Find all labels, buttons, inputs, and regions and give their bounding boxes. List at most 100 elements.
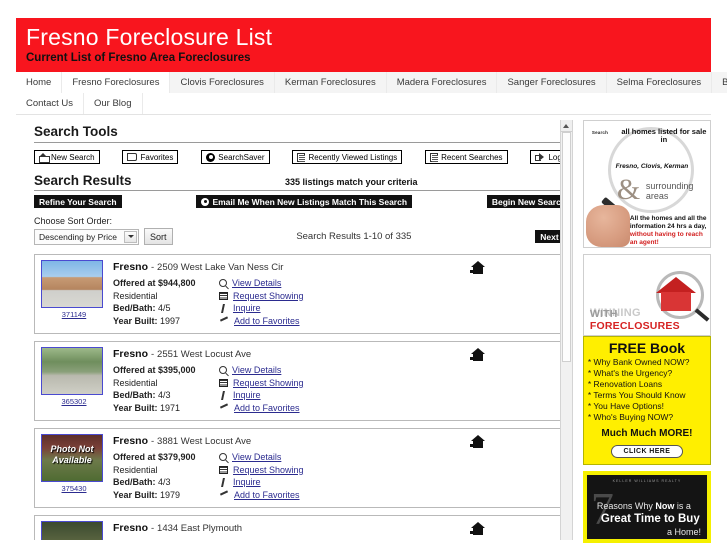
ad-free-book-block[interactable]: WINNING WITH FORECLOSURES FREE Book * Wh… [582,254,711,465]
searchsaver-button[interactable]: SearchSaver [201,150,270,164]
listing-thumbnail-wrap: 371149 [41,260,107,333]
ad-free-book[interactable]: FREE Book * Why Bank Owned NOW? * What's… [582,336,711,465]
nav-item-madera-foreclosures[interactable]: Madera Foreclosures [386,72,498,93]
new-search-button[interactable]: New Search [34,150,100,164]
listing-photo[interactable] [41,521,103,540]
view-details-link[interactable]: View Details [232,451,281,464]
free-book-bullet: * Renovation Loans [587,379,663,389]
sort-button[interactable]: Sort [144,228,173,245]
nav-item-kerman-foreclosures[interactable]: Kerman Foreclosures [274,72,387,93]
sort-order-value: Descending by Price [39,231,117,242]
listing-year-label: Year Built: [113,489,158,500]
nav-item-sanger-foreclosures[interactable]: Sanger Foreclosures [497,72,607,93]
listing-id-link[interactable]: 365302 [41,397,107,406]
listing-card[interactable]: 365302 Fresno - 2551 West Locust Ave Off… [34,341,571,421]
scrollbar-thumb[interactable] [561,132,571,362]
listing-dash: - [150,436,155,447]
listing-id-link[interactable]: 371149 [41,310,107,319]
listing-dash: - [150,349,155,360]
ad-body-text: All the homes and all the information 24… [630,215,710,247]
free-book-bullet: * You Have Options! [587,401,664,411]
nav-item-home[interactable]: Home [16,72,63,93]
listing-photo[interactable] [41,347,103,395]
inquire-link[interactable]: Inquire [233,389,261,402]
magnifier-icon [219,453,227,462]
inquire-link[interactable]: Inquire [233,302,261,315]
request-showing-link[interactable]: Request Showing [233,290,304,303]
email-alerts-label: Email Me When New Listings Match This Se… [212,196,408,207]
list-icon [430,152,439,162]
sort-order-select[interactable]: Descending by Price [34,228,139,245]
search-results-divider [34,190,571,191]
favorites-button[interactable]: Favorites [122,150,179,164]
request-showing-action[interactable]: Request Showing [219,377,304,390]
listing-main: Fresno - 2551 West Locust Ave Offered at… [107,347,564,420]
nav-row-primary: Home Fresno Foreclosures Clovis Foreclos… [16,72,727,93]
chevron-down-icon[interactable] [124,230,137,243]
favorites-label: Favorites [140,152,174,162]
magnifier-icon [219,279,227,288]
add-to-favorites-action[interactable]: Add to Favorites [219,402,304,415]
listing-city: Fresno [113,348,149,360]
email-alerts-button[interactable]: Email Me When New Listings Match This Se… [196,195,413,208]
ad-line1: Reasons Why Now is a [597,501,691,511]
view-details-action[interactable]: View Details [219,277,304,290]
nav-item-fresno-foreclosures[interactable]: Fresno Foreclosures [62,72,171,93]
free-book-bullet: * Who's Buying NOW? [587,412,674,422]
listing-details-row: Offered at $395,000 Residential Bed/Bath… [113,364,564,414]
nav-filler-secondary [142,93,711,114]
click-here-button[interactable]: CLICK HERE [610,445,684,458]
nav-item-clovis-foreclosures[interactable]: Clovis Foreclosures [170,72,275,93]
ad-cities: Fresno, Clovis, Kerman [615,163,689,170]
recently-viewed-listings-button[interactable]: Recently Viewed Listings [292,150,403,164]
listing-main: Fresno - 3881 West Locust Ave Offered at… [107,434,564,507]
ad-surrounding-areas: surrounding areas [645,181,694,201]
listing-dash: - [150,523,155,534]
refine-your-search-button[interactable]: Refine Your Search [34,195,122,208]
listing-card[interactable]: Fresno - 1434 East Plymouth [34,515,571,540]
listing-card[interactable]: Photo Not Available 375430 Fresno - 3881… [34,428,571,508]
add-to-favorites-action[interactable]: Add to Favorites [219,315,304,328]
inquire-action[interactable]: Inquire [219,389,304,402]
add-to-favorites-action[interactable]: Add to Favorites [219,489,304,502]
ad-winning-foreclosures: FORECLOSURES [589,320,680,332]
recent-searches-button[interactable]: Recent Searches [425,150,508,164]
inquire-action[interactable]: Inquire [219,476,304,489]
pencil-check-icon [219,316,229,325]
view-details-action[interactable]: View Details [219,451,304,464]
page-subtitle: Current List of Fresno Area Foreclosures [26,52,251,64]
inquire-action[interactable]: Inquire [219,302,304,315]
listing-id-link[interactable]: 375430 [41,484,107,493]
listing-thumbnail-wrap: Photo Not Available 375430 [41,434,107,507]
request-showing-link[interactable]: Request Showing [233,464,304,477]
ad-search-all-homes[interactable]: Search all homes listed for sale in Fres… [582,120,711,248]
add-to-favorites-link[interactable]: Add to Favorites [234,402,300,415]
results-scrollbar[interactable] [559,120,573,540]
listing-year: 1997 [160,315,181,326]
listing-price: Offered at $379,900 [113,452,196,462]
nav-item-our-blog[interactable]: Our Blog [84,93,143,114]
ad-great-time-inner: KELLER WILLIAMS REALTY 7 Reasons Why Now… [586,475,707,539]
add-to-favorites-link[interactable]: Add to Favorites [234,489,300,502]
view-details-link[interactable]: View Details [232,364,281,377]
nav-item-selma-foreclosures[interactable]: Selma Foreclosures [606,72,713,93]
add-to-favorites-link[interactable]: Add to Favorites [234,315,300,328]
ad-great-time-to-buy[interactable]: KELLER WILLIAMS REALTY 7 Reasons Why Now… [582,471,711,543]
request-showing-action[interactable]: Request Showing [219,290,304,303]
scroll-up-button[interactable] [560,120,572,132]
ad-winning-with-foreclosures[interactable]: WINNING WITH FORECLOSURES [582,254,711,336]
listing-photo[interactable] [41,260,103,308]
view-details-action[interactable]: View Details [219,364,304,377]
nav-item-be-a-vip-buyer[interactable]: Be a VIP Buyer [712,72,727,93]
listing-card[interactable]: 371149 Fresno - 2509 West Lake Van Ness … [34,254,571,334]
listing-thumbnail-wrap [41,521,107,540]
begin-new-search-button[interactable]: Begin New Search [486,195,572,208]
searchsaver-label: SearchSaver [218,152,265,162]
nav-item-contact-us[interactable]: Contact Us [16,93,84,114]
request-showing-link[interactable]: Request Showing [233,377,304,390]
listing-photo[interactable]: Photo Not Available [41,434,103,482]
inquire-link[interactable]: Inquire [233,476,261,489]
request-showing-action[interactable]: Request Showing [219,464,304,477]
listing-address: 2509 West Lake Van Ness Cir [157,262,284,273]
view-details-link[interactable]: View Details [232,277,281,290]
